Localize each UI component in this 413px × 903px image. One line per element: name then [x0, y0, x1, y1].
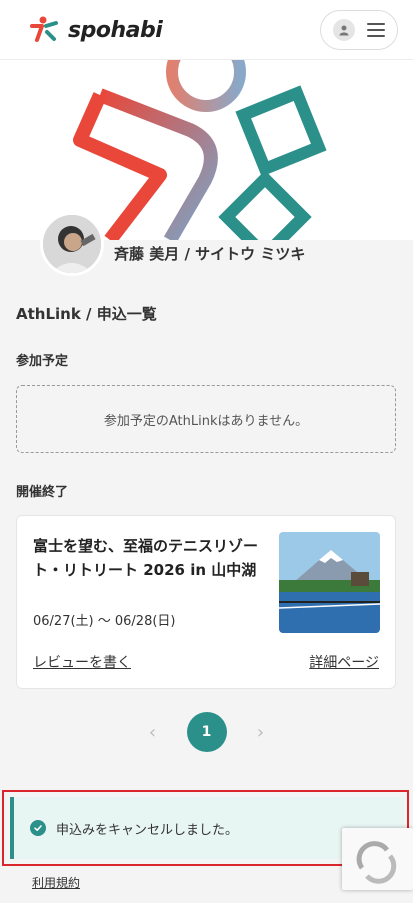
- upcoming-empty-text: 参加予定のAthLinkはありません。: [103, 413, 309, 429]
- page-title: AthLink / 申込一覧: [16, 305, 157, 323]
- detail-page-link[interactable]: 詳細ページ: [309, 652, 379, 672]
- brand-logo[interactable]: spohabi: [28, 14, 163, 46]
- pagination: ‹ 1 ›: [0, 712, 413, 752]
- next-page-button[interactable]: ›: [251, 722, 271, 743]
- hamburger-menu-icon: [367, 23, 385, 37]
- prev-page-button[interactable]: ‹: [143, 722, 163, 743]
- toast-message: 申込みをキャンセルしました。: [56, 822, 239, 838]
- terms-link[interactable]: 利用規約: [32, 874, 80, 891]
- event-title[interactable]: 富士を望む、至福のテニスリゾート・リトリート 2026 in 山中湖: [33, 534, 265, 582]
- brand-name: spohabi: [68, 17, 163, 43]
- check-circle-icon: [30, 820, 46, 836]
- ended-heading: 開催終了: [16, 485, 69, 500]
- upcoming-heading: 参加予定: [16, 354, 69, 369]
- event-thumbnail[interactable]: [279, 532, 380, 633]
- upcoming-empty-state: 参加予定のAthLinkはありません。: [16, 385, 396, 453]
- page-1-button[interactable]: 1: [186, 712, 227, 752]
- user-icon: [333, 19, 355, 41]
- site-header: spohabi: [0, 0, 413, 60]
- event-date: 06/27(土) 〜 06/28(日): [33, 614, 176, 629]
- recaptcha-icon: [356, 841, 397, 884]
- write-review-link[interactable]: レビューを書く: [33, 652, 131, 672]
- recaptcha-badge[interactable]: [342, 828, 413, 890]
- profile-avatar: [40, 212, 104, 276]
- user-menu-button[interactable]: [320, 10, 398, 50]
- spohabi-logo-icon: [30, 16, 58, 42]
- profile-name: 斉藤 美月 / サイトウ ミツキ: [114, 245, 306, 263]
- event-card: 富士を望む、至福のテニスリゾート・リトリート 2026 in 山中湖 06/27…: [16, 515, 396, 689]
